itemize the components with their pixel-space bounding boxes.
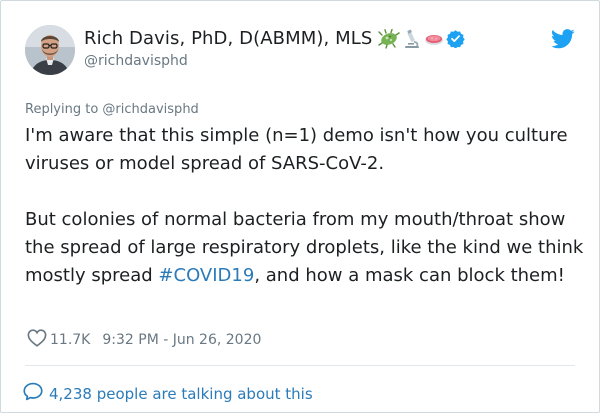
tweet-embed-card: Rich Davis, PhD, D(ABMM), MLS @richdavis… <box>0 0 600 413</box>
tweet-paragraph: I'm aware that this simple (n=1) demo is… <box>25 125 568 174</box>
reply-context[interactable]: Replying to @richdavisphd <box>25 102 199 117</box>
microbe-icon <box>378 28 401 49</box>
conversation-link[interactable]: 4,238 people are talking about this <box>23 382 313 405</box>
microscope-icon <box>402 29 422 49</box>
name-emoji-group <box>378 28 467 49</box>
author-name-row: Rich Davis, PhD, D(ABMM), MLS <box>84 28 467 49</box>
speech-bubble-icon <box>23 382 43 405</box>
conversation-count-label[interactable]: 4,238 people are talking about this <box>49 385 313 403</box>
tweet-text: I'm aware that this simple (n=1) demo is… <box>25 122 585 290</box>
twitter-bird-icon[interactable] <box>551 29 575 49</box>
petri-dish-icon <box>424 29 444 49</box>
tweet-meta-row: 11.7K 9:32 PM - Jun 26, 2020 <box>27 329 261 351</box>
verified-badge-icon <box>446 29 466 48</box>
hashtag-link[interactable]: #COVID19 <box>158 265 254 286</box>
author-display-name[interactable]: Rich Davis, PhD, D(ABMM), MLS <box>84 28 372 49</box>
avatar[interactable] <box>25 25 75 75</box>
tweet-paragraph: But colonies of normal bacteria from my … <box>25 206 585 290</box>
divider <box>25 365 575 366</box>
tweet-timestamp[interactable]: 9:32 PM - Jun 26, 2020 <box>102 332 261 348</box>
tweet-text-segment: , and how a mask can block them! <box>254 265 565 286</box>
avatar-portrait-image <box>25 25 75 75</box>
heart-icon[interactable] <box>27 329 47 351</box>
author-handle[interactable]: @richdavisphd <box>84 53 188 69</box>
like-count[interactable]: 11.7K <box>50 332 90 348</box>
